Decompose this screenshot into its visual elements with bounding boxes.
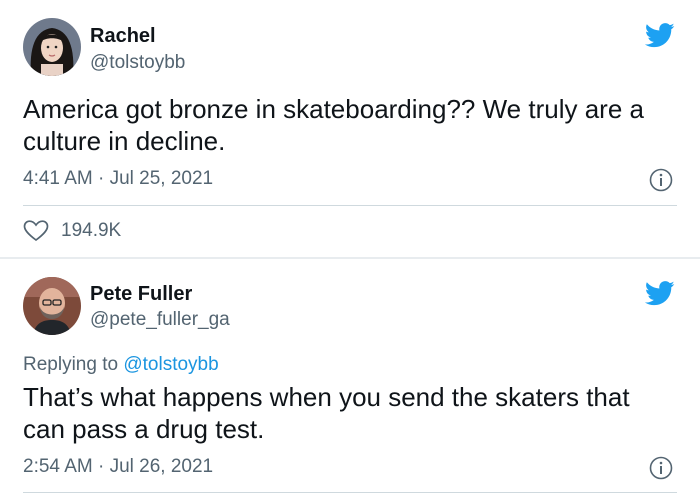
divider bbox=[23, 492, 677, 493]
heart-icon bbox=[23, 220, 49, 242]
like-button[interactable]: 194.9K bbox=[23, 220, 121, 242]
twitter-bird-icon[interactable] bbox=[645, 23, 675, 48]
reply-prefix: Replying to bbox=[23, 354, 119, 375]
tweet-card[interactable]: Rachel @tolstoybb America got bronze in … bbox=[0, 0, 700, 257]
display-name[interactable]: Pete Fuller bbox=[90, 283, 192, 306]
avatar[interactable] bbox=[23, 18, 81, 76]
reply-mention-link[interactable]: @tolstoybb bbox=[123, 354, 218, 375]
info-icon[interactable] bbox=[649, 456, 673, 480]
twitter-bird-icon[interactable] bbox=[645, 281, 675, 306]
tweet-timestamp[interactable]: 4:41 AM · Jul 25, 2021 bbox=[23, 168, 213, 190]
user-handle[interactable]: @pete_fuller_ga bbox=[90, 309, 230, 331]
display-name[interactable]: Rachel bbox=[90, 25, 156, 48]
user-handle[interactable]: @tolstoybb bbox=[90, 52, 185, 74]
like-count: 194.9K bbox=[61, 220, 122, 241]
tweet-timestamp[interactable]: 2:54 AM · Jul 26, 2021 bbox=[23, 456, 213, 478]
avatar[interactable] bbox=[23, 277, 81, 335]
reply-context: Replying to @tolstoybb bbox=[23, 354, 219, 376]
tweet-text: That’s what happens when you send the sk… bbox=[23, 382, 630, 444]
divider bbox=[23, 205, 677, 206]
info-icon[interactable] bbox=[649, 168, 673, 192]
tweet-text: America got bronze in skateboarding?? We… bbox=[23, 94, 644, 156]
